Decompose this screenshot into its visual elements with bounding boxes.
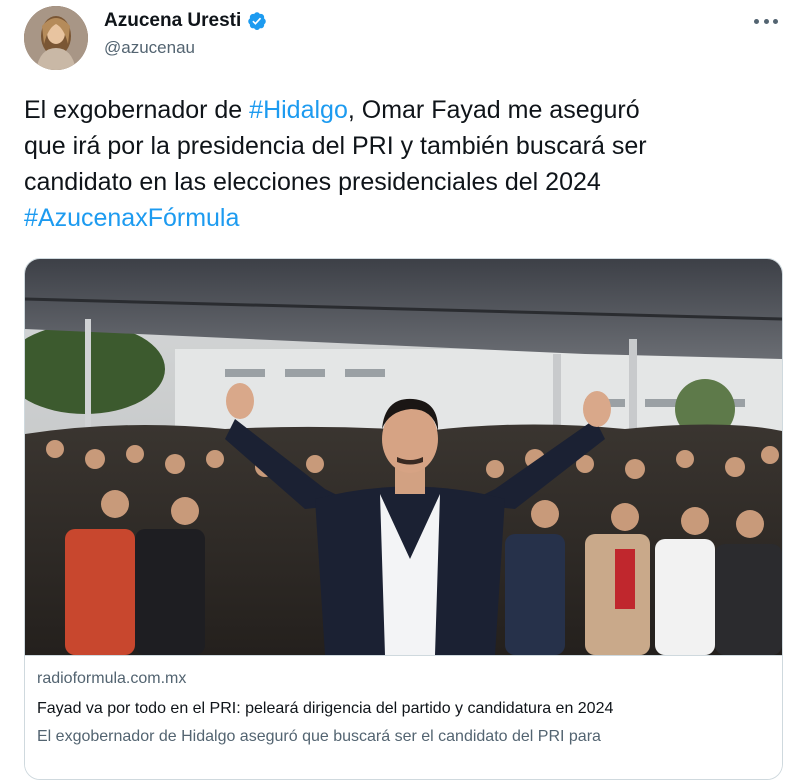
card-domain: radioformula.com.mx [37,670,187,687]
tweet-text: El exgobernador de #Hidalgo, Omar Fayad … [24,92,784,236]
name-row: Azucena Uresti [104,10,267,32]
tweet: Azucena Uresti @azucenau El exgobernador… [0,0,800,780]
tweet-text-part: El exgobernador de [24,96,250,124]
display-name[interactable]: Azucena Uresti [104,10,241,32]
more-dot [763,18,769,24]
more-dot [754,18,759,24]
hashtag-azucenaxformula[interactable]: #AzucenaxFórmula [24,204,239,232]
tweet-line-2: que irá por la presidencia del PRI y tam… [24,132,647,160]
tweet-line-1: El exgobernador de #Hidalgo, Omar Fayad … [24,92,784,128]
avatar-image [24,6,88,70]
verified-badge-icon [248,12,267,30]
card-description: El exgobernador de Hidalgo aseguró que b… [37,728,601,745]
handle[interactable]: @azucenau [104,38,267,58]
tweet-line-4: #AzucenaxFórmula [24,200,784,236]
author-info: Azucena Uresti @azucenau [104,10,267,58]
avatar[interactable] [24,6,88,70]
card-title: Fayad va por todo en el PRI: peleará dir… [37,700,614,717]
tweet-line-3: candidato en las elecciones presidencial… [24,168,601,196]
card-image[interactable] [25,259,782,655]
more-dot [773,18,778,24]
card-info[interactable]: radioformula.com.mx Fayad va por todo en… [25,655,782,779]
more-options-icon[interactable] [754,14,778,28]
hashtag-hidalgo[interactable]: #Hidalgo [249,96,348,124]
tweet-text-part: , Omar Fayad me aseguró [347,96,640,124]
link-card[interactable]: radioformula.com.mx Fayad va por todo en… [24,258,783,780]
